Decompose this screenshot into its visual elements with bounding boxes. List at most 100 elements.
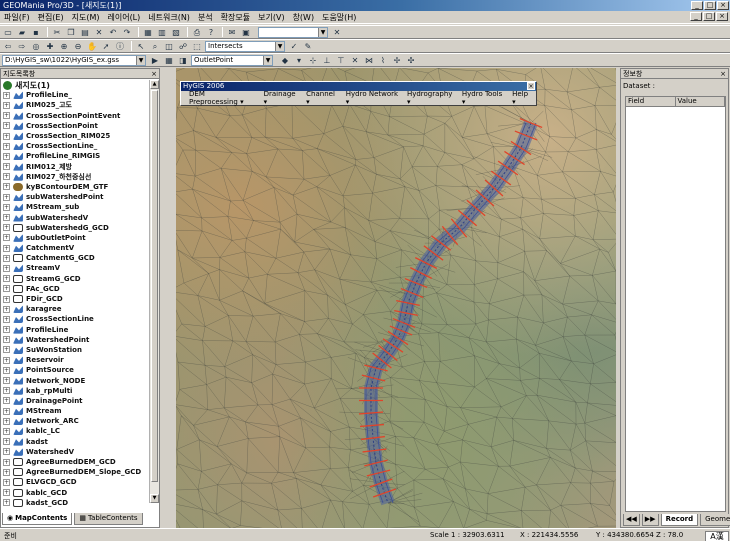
layer-item[interactable]: + MStream	[3, 406, 147, 416]
split-icon[interactable]: ⋈	[363, 55, 375, 66]
map-view[interactable]	[176, 68, 616, 528]
image-icon[interactable]: ▣	[240, 27, 252, 38]
tab-record[interactable]: Record	[660, 514, 699, 526]
dropdown-icon[interactable]: ▾	[293, 55, 305, 66]
layout-icon[interactable]: ▦	[142, 27, 154, 38]
menu-analysis[interactable]: 분석	[194, 12, 217, 23]
help-icon[interactable]: ?	[205, 27, 217, 38]
copy-icon[interactable]: ❐	[65, 27, 77, 38]
print-icon[interactable]: ⎙	[191, 27, 203, 38]
vertex-icon[interactable]: ⊹	[307, 55, 319, 66]
expand-icon[interactable]: +	[3, 438, 10, 446]
layer-item[interactable]: + FDir_GCD	[3, 294, 147, 304]
expand-icon[interactable]: +	[3, 285, 10, 293]
expand-icon[interactable]: +	[3, 193, 10, 201]
hygis-menu-hydro-network[interactable]: Hydro Network ▾	[342, 90, 403, 106]
layer-item[interactable]: + kablc_GCD	[3, 488, 147, 498]
hygis-menu-hydro-tools[interactable]: Hydro Tools ▾	[458, 90, 508, 106]
chart-icon[interactable]: ▧	[170, 27, 182, 38]
table-icon[interactable]: ▥	[156, 27, 168, 38]
layer-item[interactable]: + CrossSection_RIM025	[3, 131, 147, 141]
layer-item[interactable]: + RIM012_제방	[3, 162, 147, 172]
undo-icon[interactable]: ↶	[107, 27, 119, 38]
expand-icon[interactable]: +	[3, 489, 10, 497]
layer-item[interactable]: + CrossSectionLine_	[3, 141, 147, 151]
mdi-restore-button[interactable]: □	[703, 12, 715, 21]
expand-icon[interactable]: +	[3, 427, 10, 435]
minimize-button[interactable]: _	[691, 1, 703, 10]
spatial-operator-select[interactable]: Intersects ▼	[205, 40, 285, 52]
menu-view[interactable]: 보기(V)	[254, 12, 288, 23]
layer-item[interactable]: + subOutletPoint	[3, 233, 147, 243]
layer-item[interactable]: + subWatershedPoint	[3, 192, 147, 202]
full-extent-icon[interactable]: ◎	[30, 41, 42, 52]
expand-icon[interactable]: +	[3, 152, 10, 160]
layer-item[interactable]: + AgreeBurnedDEM_GCD	[3, 457, 147, 467]
layer-item[interactable]: + WatershedV	[3, 447, 147, 457]
layer-item[interactable]: + ProfileLine	[3, 325, 147, 335]
close-icon[interactable]: ×	[720, 69, 726, 79]
menu-map[interactable]: 지도(M)	[68, 12, 104, 23]
tab-geometry[interactable]: Geome	[700, 514, 730, 526]
paste-icon[interactable]: ▤	[79, 27, 91, 38]
expand-icon[interactable]: +	[3, 387, 10, 395]
maximize-button[interactable]: □	[704, 1, 716, 10]
expand-icon[interactable]: +	[3, 417, 10, 425]
settings-icon[interactable]: ✣	[405, 55, 417, 66]
fit-icon[interactable]: ✚	[44, 41, 56, 52]
expand-icon[interactable]: +	[3, 346, 10, 354]
layer-item[interactable]: + kadst_GCD	[3, 498, 147, 508]
menu-file[interactable]: 파일(F)	[0, 12, 34, 23]
layer-item[interactable]: + subWatershedG_GCD	[3, 223, 147, 233]
layer-item[interactable]: + subWatershedV	[3, 212, 147, 222]
expand-icon[interactable]: +	[3, 264, 10, 272]
new-map-icon[interactable]: ▭	[2, 27, 14, 38]
expand-icon[interactable]: +	[3, 326, 10, 334]
layer-item[interactable]: + CatchmentV	[3, 243, 147, 253]
expand-icon[interactable]: +	[3, 397, 10, 405]
mdi-close-button[interactable]: ×	[716, 12, 728, 21]
menu-network[interactable]: 네트워크(N)	[144, 12, 194, 23]
layer-item[interactable]: + RIM025_고도	[3, 100, 147, 110]
menu-layer[interactable]: 레이어(L)	[103, 12, 144, 23]
tab-nav-prev[interactable]: ◀◀	[623, 514, 640, 526]
menu-extension[interactable]: 확장모듈	[217, 12, 254, 23]
open-icon[interactable]: ▰	[16, 27, 28, 38]
expand-icon[interactable]: +	[3, 142, 10, 150]
hygis-menu-drainage[interactable]: Drainage ▾	[260, 90, 303, 106]
layer-item[interactable]: + FAc_GCD	[3, 284, 147, 294]
layer-item[interactable]: + kablc_LC	[3, 426, 147, 436]
tab-map-contents[interactable]: ◉ MapContents	[2, 513, 73, 525]
close-icon[interactable]: ×	[527, 82, 535, 90]
expand-icon[interactable]: +	[3, 275, 10, 283]
measure-icon[interactable]: ◫	[163, 41, 175, 52]
layer-scrollbar[interactable]: ▲ ▼	[149, 80, 159, 503]
redo-icon[interactable]: ↷	[121, 27, 133, 38]
layer-item[interactable]: + kab_rpMulti	[3, 386, 147, 396]
pan-icon[interactable]: ✋	[86, 41, 98, 52]
layer-item[interactable]: + SuWonStation	[3, 345, 147, 355]
hygis-menu-hydrography[interactable]: Hydrography ▾	[403, 90, 458, 106]
target-layer-select[interactable]: OutletPoint ▼	[191, 54, 273, 66]
close-icon[interactable]: ×	[151, 69, 157, 79]
scroll-thumb[interactable]	[151, 90, 158, 482]
select-rect-icon[interactable]: ⬚	[191, 41, 203, 52]
expand-icon[interactable]: +	[3, 377, 10, 385]
layer-icon[interactable]: ◨	[177, 55, 189, 66]
expand-icon[interactable]: +	[3, 173, 10, 181]
expand-icon[interactable]: +	[3, 101, 10, 109]
expand-icon[interactable]: +	[3, 305, 10, 313]
layer-item[interactable]: + PointSource	[3, 365, 147, 375]
map-root[interactable]: 새지도(1)	[3, 80, 147, 90]
reshape-icon[interactable]: ⌇	[377, 55, 389, 66]
menu-window[interactable]: 창(W)	[289, 12, 319, 23]
forward-icon[interactable]: ⇨	[16, 41, 28, 52]
hygis-menu-channel[interactable]: Channel ▾	[302, 90, 342, 106]
hygis-toolbar-window[interactable]: HyGIS 2006 × DEM Preprocessing ▾ Drainag…	[180, 81, 537, 106]
hyperlink-icon[interactable]: ☍	[177, 41, 189, 52]
move-vertex-icon[interactable]: ⊤	[335, 55, 347, 66]
add-vertex-icon[interactable]: ⊥	[321, 55, 333, 66]
layer-item[interactable]: + CrossSectionPointEvent	[3, 111, 147, 121]
layer-item[interactable]: + Network_NODE	[3, 375, 147, 385]
mail-icon[interactable]: ✉	[226, 27, 238, 38]
